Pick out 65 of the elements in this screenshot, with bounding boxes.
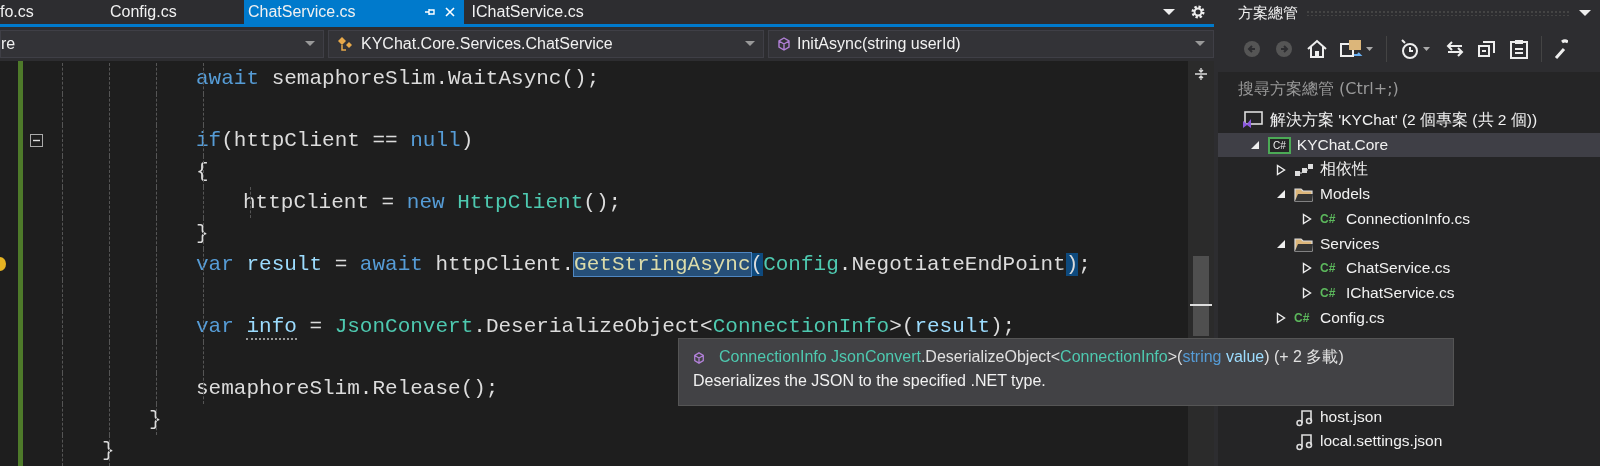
dropdown-icon[interactable] — [1578, 9, 1592, 17]
swap-icon[interactable] — [1445, 39, 1465, 59]
clipboard-icon[interactable] — [1509, 38, 1529, 60]
method-signature: ConnectionInfo JsonConvert.DeserializeObject<ConnectionInfo>(string value) (+ 2 多載) — [719, 347, 1344, 367]
json-file-icon — [1294, 431, 1314, 452]
code-line: httpClient = new HttpClient(); — [243, 191, 622, 214]
folder-icon — [1294, 235, 1314, 252]
file-tab[interactable]: fo.cs — [0, 0, 88, 24]
settings-icon[interactable] — [1190, 4, 1206, 20]
dependencies-icon — [1294, 161, 1314, 178]
caret-position-marker — [1190, 304, 1212, 306]
class-icon — [337, 35, 355, 52]
cube-icon — [693, 351, 705, 364]
code-line: var info = JsonConvert.DeserializeObject<ConnectionInfo>(result); — [196, 315, 1016, 338]
tree-item[interactable]: 解決方案 'KYChat' (2 個專案 (共 2 個)) — [1218, 108, 1600, 133]
code-line: semaphoreSlim.Release(); — [196, 377, 499, 400]
type-dropdown[interactable]: KYChat.Core.Services.ChatService — [328, 29, 764, 58]
collapse-all-icon[interactable] — [1477, 39, 1497, 59]
csharp-project-icon: C# — [1268, 136, 1291, 154]
search-field[interactable]: 搜尋方案總管 (Ctrl+;) — [1232, 74, 1596, 102]
code-line: { — [196, 160, 209, 183]
cube-icon — [777, 36, 791, 51]
expanded-icon[interactable] — [1276, 238, 1286, 249]
tree-item[interactable]: C# ChatService.cs — [1218, 256, 1600, 281]
tree-item[interactable]: C# IChatService.cs — [1218, 280, 1600, 306]
expanded-icon[interactable] — [1250, 140, 1260, 151]
tree-item[interactable]: C# Config.cs — [1218, 305, 1600, 331]
sync-icon[interactable] — [1340, 38, 1374, 60]
tree-item[interactable]: local.settings.json — [1218, 428, 1600, 454]
solution-icon — [1242, 111, 1264, 130]
member-dropdown[interactable]: InitAsync(string userId) — [768, 29, 1214, 58]
tree-item[interactable]: C# KYChat.Core — [1218, 132, 1600, 158]
scroll-thumb[interactable] — [1193, 256, 1209, 336]
dropdown-icon[interactable] — [1162, 8, 1176, 16]
tree-item[interactable]: Models — [1218, 182, 1600, 207]
collapsed-icon[interactable] — [1276, 311, 1286, 324]
collapsed-icon[interactable] — [1276, 163, 1286, 176]
method-description: Deserializes the JSON to the specified .NET type. — [693, 372, 1047, 390]
tree-item[interactable]: 相依性 — [1218, 157, 1600, 183]
csharp-file-icon: C# — [1320, 261, 1340, 276]
file-tab[interactable]: Config.cs — [88, 0, 244, 24]
collapsed-icon[interactable] — [1302, 213, 1312, 226]
collapsed-icon[interactable] — [1302, 262, 1312, 275]
tree-item[interactable]: Services — [1218, 231, 1600, 257]
panel-title: 方案總管 — [1238, 3, 1298, 23]
folder-icon — [1294, 186, 1314, 203]
file-tab[interactable]: IChatService.cs — [463, 0, 592, 24]
code-line: var result = await httpClient.GetStringAsync(Config.NegotiateEndPoint); — [196, 253, 1091, 276]
csharp-file-icon: C# — [1320, 212, 1340, 227]
close-icon[interactable] — [443, 6, 456, 18]
lightbulb-icon[interactable] — [0, 257, 6, 271]
split-icon[interactable] — [1194, 67, 1208, 81]
collapsed-icon[interactable] — [1302, 287, 1312, 300]
csharp-file-icon: C# — [1320, 286, 1340, 301]
file-tab[interactable]: ChatService.cs — [244, 0, 464, 24]
csharp-file-icon: C# — [1294, 310, 1314, 325]
home-icon[interactable] — [1306, 38, 1328, 60]
code-line: await semaphoreSlim.WaitAsync(); — [196, 67, 600, 90]
collapse-icon[interactable] — [30, 134, 43, 147]
expanded-icon[interactable] — [1276, 189, 1286, 200]
pin-icon[interactable] — [423, 6, 436, 18]
tree-item[interactable]: C# ConnectionInfo.cs — [1218, 206, 1600, 232]
tree-item[interactable]: host.json — [1218, 404, 1600, 429]
history-icon[interactable] — [1399, 38, 1433, 60]
project-dropdown[interactable]: re — [0, 29, 324, 58]
